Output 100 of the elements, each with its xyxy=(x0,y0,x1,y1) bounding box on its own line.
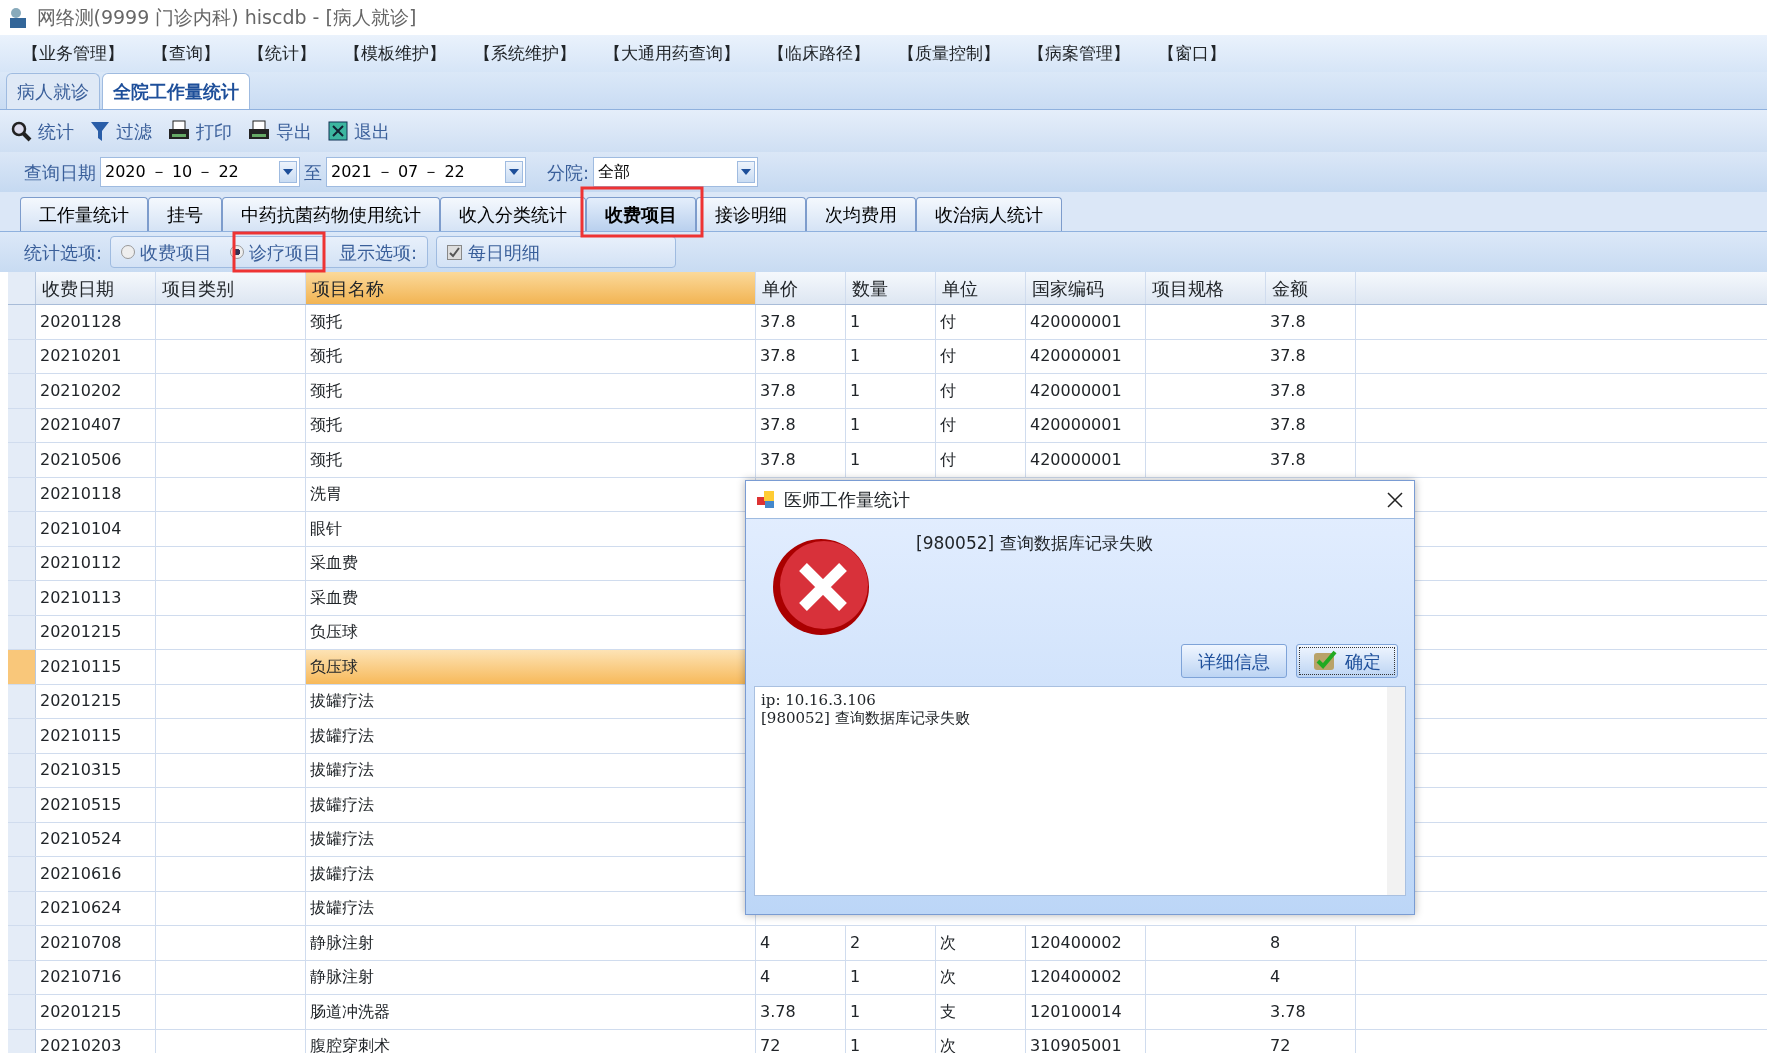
dialog-button[interactable]: 详细信息 xyxy=(1181,644,1287,678)
row-header[interactable] xyxy=(8,960,36,994)
table-cell: 1 xyxy=(846,339,936,373)
toolbar-button[interactable]: 过滤 xyxy=(90,117,152,145)
table-cell: 120100014 xyxy=(1026,995,1146,1029)
row-header[interactable] xyxy=(8,443,36,477)
tab[interactable]: 收费项目 xyxy=(586,197,696,231)
menu-item[interactable]: 【查询】 xyxy=(152,40,220,67)
dropdown-icon[interactable] xyxy=(737,161,756,183)
menu-item[interactable]: 【系统维护】 xyxy=(474,40,576,67)
close-icon[interactable] xyxy=(1386,490,1404,509)
menu-item[interactable]: 【病案管理】 xyxy=(1028,40,1130,67)
table-cell: 静脉注射 xyxy=(306,926,756,960)
menu-item[interactable]: 【临床路径】 xyxy=(768,40,870,67)
row-header[interactable] xyxy=(8,374,36,408)
menu-item[interactable]: 【业务管理】 xyxy=(22,40,124,67)
details-line: [980052] 查询数据库记录失败 xyxy=(761,709,971,727)
row-header[interactable] xyxy=(8,719,36,753)
radio-option[interactable]: 诊疗项目 xyxy=(230,238,322,266)
select-all-corner[interactable] xyxy=(8,272,36,304)
row-header[interactable] xyxy=(8,1029,36,1053)
dialog-button[interactable]: 确定 xyxy=(1295,644,1398,678)
tab[interactable]: 收治病人统计 xyxy=(916,197,1062,231)
tab[interactable]: 挂号 xyxy=(148,197,222,231)
row-header[interactable] xyxy=(8,995,36,1029)
branch-label: 分院: xyxy=(547,160,590,185)
table-cell: 37.8 xyxy=(1266,339,1356,373)
table-cell: 20201215 xyxy=(36,995,156,1029)
column-header[interactable]: 项目规格 xyxy=(1146,272,1266,304)
dialog-title: 医师工作量统计 xyxy=(784,488,910,512)
table-cell: 20210315 xyxy=(36,753,156,787)
tab[interactable]: 工作量统计 xyxy=(20,197,148,231)
table-cell: 次 xyxy=(936,1029,1026,1053)
table-cell: 20210113 xyxy=(36,581,156,615)
column-header[interactable]: 收费日期 xyxy=(36,272,156,304)
date-field[interactable]: 2021 － 07 － 22 xyxy=(326,157,526,187)
toolbar-button[interactable]: 导出 xyxy=(248,117,312,145)
table-cell: 20201215 xyxy=(36,684,156,718)
tab[interactable]: 次均费用 xyxy=(806,197,916,231)
toolbar-button[interactable]: 退出 xyxy=(328,117,390,145)
menu-item[interactable]: 【模板维护】 xyxy=(344,40,446,67)
branch-dropdown[interactable]: 全部 xyxy=(593,157,759,187)
row-header[interactable] xyxy=(8,788,36,822)
table-cell: 37.8 xyxy=(756,339,846,373)
row-header[interactable] xyxy=(8,650,36,684)
row-header[interactable] xyxy=(8,891,36,925)
row-header[interactable] xyxy=(8,926,36,960)
app-icon xyxy=(8,6,28,29)
table-cell: 420000001 xyxy=(1026,339,1146,373)
column-header[interactable]: 项目名称 xyxy=(306,272,756,304)
scrollbar[interactable] xyxy=(1387,687,1405,895)
row-header[interactable] xyxy=(8,581,36,615)
table-cell: 20210112 xyxy=(36,546,156,580)
menu-item[interactable]: 【窗口】 xyxy=(1158,40,1226,67)
menu-item[interactable]: 【大通用药查询】 xyxy=(604,40,740,67)
dropdown-icon[interactable] xyxy=(505,161,523,183)
tab[interactable]: 接诊明细 xyxy=(696,197,806,231)
toolbar-button[interactable]: 打印 xyxy=(168,117,232,145)
table-cell: 20210506 xyxy=(36,443,156,477)
row-header[interactable] xyxy=(8,857,36,891)
document-tab[interactable]: 全院工作量统计 xyxy=(102,73,250,109)
tab[interactable]: 收入分类统计 xyxy=(440,197,586,231)
row-header[interactable] xyxy=(8,339,36,373)
display-options-label: 显示选项: xyxy=(339,240,418,265)
row-header[interactable] xyxy=(8,546,36,580)
row-header[interactable] xyxy=(8,477,36,511)
table-cell: 20201215 xyxy=(36,615,156,649)
column-header[interactable]: 数量 xyxy=(846,272,936,304)
row-header[interactable] xyxy=(8,615,36,649)
column-header[interactable]: 国家编码 xyxy=(1026,272,1146,304)
tab[interactable]: 中药抗菌药物使用统计 xyxy=(222,197,440,231)
table-cell: 1 xyxy=(846,374,936,408)
row-header[interactable] xyxy=(8,753,36,787)
error-icon xyxy=(771,537,871,637)
table-cell: 20210515 xyxy=(36,788,156,822)
row-header[interactable] xyxy=(8,512,36,546)
row-header[interactable] xyxy=(8,684,36,718)
table-cell: 1 xyxy=(846,443,936,477)
table-cell: 37.8 xyxy=(1266,305,1356,339)
date-field[interactable]: 2020 － 10 － 22 xyxy=(100,157,300,187)
radio-option[interactable]: 收费项目 xyxy=(121,238,213,266)
column-header[interactable]: 单价 xyxy=(756,272,846,304)
menu-item[interactable]: 【质量控制】 xyxy=(898,40,1000,67)
table-cell: 4 xyxy=(756,960,846,994)
printer-icon xyxy=(168,120,190,142)
dropdown-icon[interactable] xyxy=(279,161,297,183)
row-header[interactable] xyxy=(8,822,36,856)
table-cell: 付 xyxy=(936,339,1026,373)
table-cell: 20210716 xyxy=(36,960,156,994)
row-header[interactable] xyxy=(8,408,36,442)
column-header[interactable]: 金额 xyxy=(1266,272,1356,304)
column-header[interactable]: 单位 xyxy=(936,272,1026,304)
checkbox[interactable] xyxy=(447,244,463,260)
toolbar-button[interactable]: 统计 xyxy=(10,117,74,145)
table-cell: 支 xyxy=(936,995,1026,1029)
row-header[interactable] xyxy=(8,305,36,339)
menu-item[interactable]: 【统计】 xyxy=(248,40,316,67)
table-cell: 420000001 xyxy=(1026,374,1146,408)
document-tab[interactable]: 病人就诊 xyxy=(6,73,100,109)
checkbox-option[interactable]: 每日明细 xyxy=(447,238,541,266)
